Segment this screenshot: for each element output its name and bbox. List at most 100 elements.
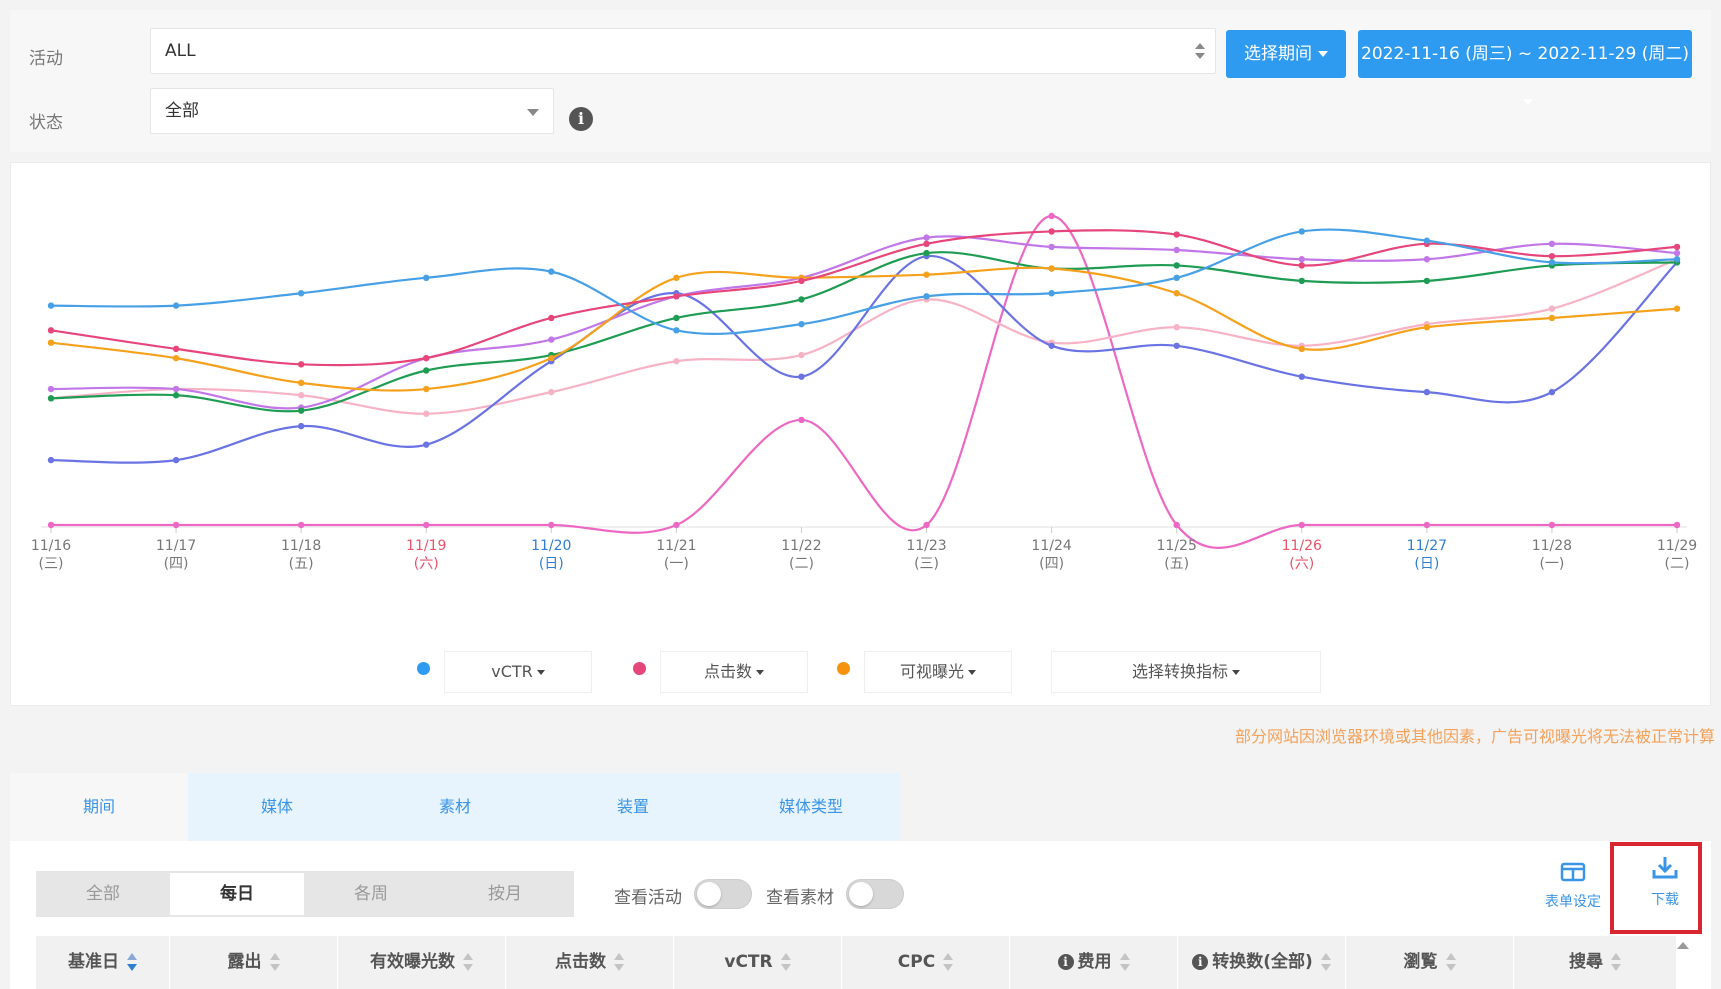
granularity-monthly[interactable]: 按月 <box>438 871 572 917</box>
data-point[interactable] <box>1548 259 1556 266</box>
data-point[interactable] <box>47 302 55 309</box>
data-point[interactable] <box>673 358 680 365</box>
data-point[interactable] <box>423 410 430 417</box>
data-point[interactable] <box>47 339 55 346</box>
data-point[interactable] <box>548 314 555 322</box>
data-point[interactable] <box>923 521 930 529</box>
data-point[interactable] <box>1298 228 1305 235</box>
tab-media-type[interactable]: 媒体类型 <box>722 773 900 841</box>
data-point[interactable] <box>1298 373 1305 380</box>
column-header-conversions[interactable]: i 转换数(全部) <box>1178 936 1346 989</box>
column-header-cpc[interactable]: CPC <box>842 936 1010 989</box>
tab-device[interactable]: 装置 <box>544 773 722 841</box>
data-point[interactable] <box>548 336 555 343</box>
data-point[interactable] <box>1673 243 1681 251</box>
metric2-select[interactable]: 点击数 <box>660 651 808 693</box>
data-point[interactable] <box>548 268 555 275</box>
data-point[interactable] <box>923 293 930 300</box>
data-point[interactable] <box>297 407 305 414</box>
column-header-vctr[interactable]: vCTR <box>674 936 842 989</box>
table-settings-button[interactable]: 表单设定 <box>1536 861 1610 911</box>
data-point[interactable] <box>47 521 55 529</box>
data-point[interactable] <box>1298 262 1305 269</box>
data-point[interactable] <box>423 354 430 362</box>
column-header-browse[interactable]: 瀏覧 <box>1346 936 1514 989</box>
data-point[interactable] <box>1173 290 1180 297</box>
data-point[interactable] <box>297 422 305 430</box>
tab-creative[interactable]: 素材 <box>366 773 544 841</box>
data-point[interactable] <box>1673 305 1681 312</box>
column-header-date[interactable]: 基准日 <box>36 936 170 989</box>
data-point[interactable] <box>297 392 305 399</box>
data-point[interactable] <box>1298 256 1305 263</box>
granularity-weekly[interactable]: 各周 <box>304 871 438 917</box>
data-point[interactable] <box>172 456 180 464</box>
data-point[interactable] <box>297 361 305 368</box>
column-header-impressions[interactable]: 露出 <box>170 936 338 989</box>
data-point[interactable] <box>798 416 805 424</box>
data-point[interactable] <box>1048 212 1055 220</box>
data-point[interactable] <box>1423 256 1431 263</box>
scroll-up-arrow-icon[interactable] <box>1677 942 1689 949</box>
data-point[interactable] <box>47 385 55 393</box>
data-point[interactable] <box>1173 274 1180 281</box>
data-point[interactable] <box>1048 243 1055 251</box>
data-point[interactable] <box>47 327 55 334</box>
data-point[interactable] <box>1673 521 1681 529</box>
data-point[interactable] <box>548 354 555 362</box>
data-point[interactable] <box>1048 265 1055 272</box>
data-point[interactable] <box>1048 228 1055 235</box>
data-point[interactable] <box>673 293 680 300</box>
tab-period[interactable]: 期间 <box>10 773 188 841</box>
data-point[interactable] <box>1423 324 1431 331</box>
data-point[interactable] <box>172 345 180 353</box>
data-point[interactable] <box>423 274 430 281</box>
data-point[interactable] <box>423 385 430 393</box>
data-point[interactable] <box>1048 342 1055 349</box>
data-point[interactable] <box>1298 277 1305 285</box>
data-point[interactable] <box>1423 388 1431 396</box>
view-campaign-toggle[interactable] <box>694 879 752 909</box>
campaign-select[interactable]: ALL <box>150 28 1216 74</box>
column-header-viewable-impressions[interactable]: 有效曝光数 <box>338 936 506 989</box>
data-point[interactable] <box>1173 324 1180 331</box>
data-point[interactable] <box>1298 345 1305 353</box>
data-point[interactable] <box>1048 290 1055 297</box>
view-creative-toggle[interactable] <box>846 879 904 909</box>
data-point[interactable] <box>548 521 555 529</box>
date-range-button[interactable]: 2022-11-16 (周三) ~ 2022-11-29 (周二) <box>1358 30 1692 105</box>
data-point[interactable] <box>1423 237 1431 244</box>
metric1-select[interactable]: vCTR <box>444 651 592 693</box>
data-point[interactable] <box>798 296 805 303</box>
data-point[interactable] <box>172 521 180 529</box>
data-point[interactable] <box>1298 521 1305 529</box>
data-point[interactable] <box>1423 521 1431 529</box>
tab-media[interactable]: 媒体 <box>188 773 366 841</box>
data-point[interactable] <box>1548 521 1556 529</box>
data-point[interactable] <box>297 379 305 387</box>
granularity-all[interactable]: 全部 <box>36 871 170 917</box>
data-point[interactable] <box>673 327 680 334</box>
data-point[interactable] <box>423 367 430 374</box>
data-point[interactable] <box>1548 305 1556 312</box>
data-point[interactable] <box>798 277 805 285</box>
column-header-cost[interactable]: i 费用 <box>1010 936 1178 989</box>
column-header-search[interactable]: 搜尋 <box>1514 936 1676 989</box>
status-select[interactable]: 全部 <box>150 88 554 134</box>
data-point[interactable] <box>1548 388 1556 396</box>
data-point[interactable] <box>1673 249 1681 257</box>
data-point[interactable] <box>172 392 180 399</box>
data-point[interactable] <box>1548 252 1556 260</box>
data-point[interactable] <box>923 271 930 278</box>
data-point[interactable] <box>923 234 930 241</box>
select-period-button[interactable]: 选择期间 <box>1226 30 1346 78</box>
data-point[interactable] <box>923 249 930 257</box>
data-point[interactable] <box>172 354 180 362</box>
data-point[interactable] <box>673 521 680 529</box>
data-point[interactable] <box>172 302 180 309</box>
data-point[interactable] <box>47 395 55 402</box>
granularity-daily[interactable]: 每日 <box>170 873 304 915</box>
data-point[interactable] <box>423 441 430 448</box>
data-point[interactable] <box>1673 256 1681 263</box>
info-icon[interactable]: i <box>569 107 593 131</box>
